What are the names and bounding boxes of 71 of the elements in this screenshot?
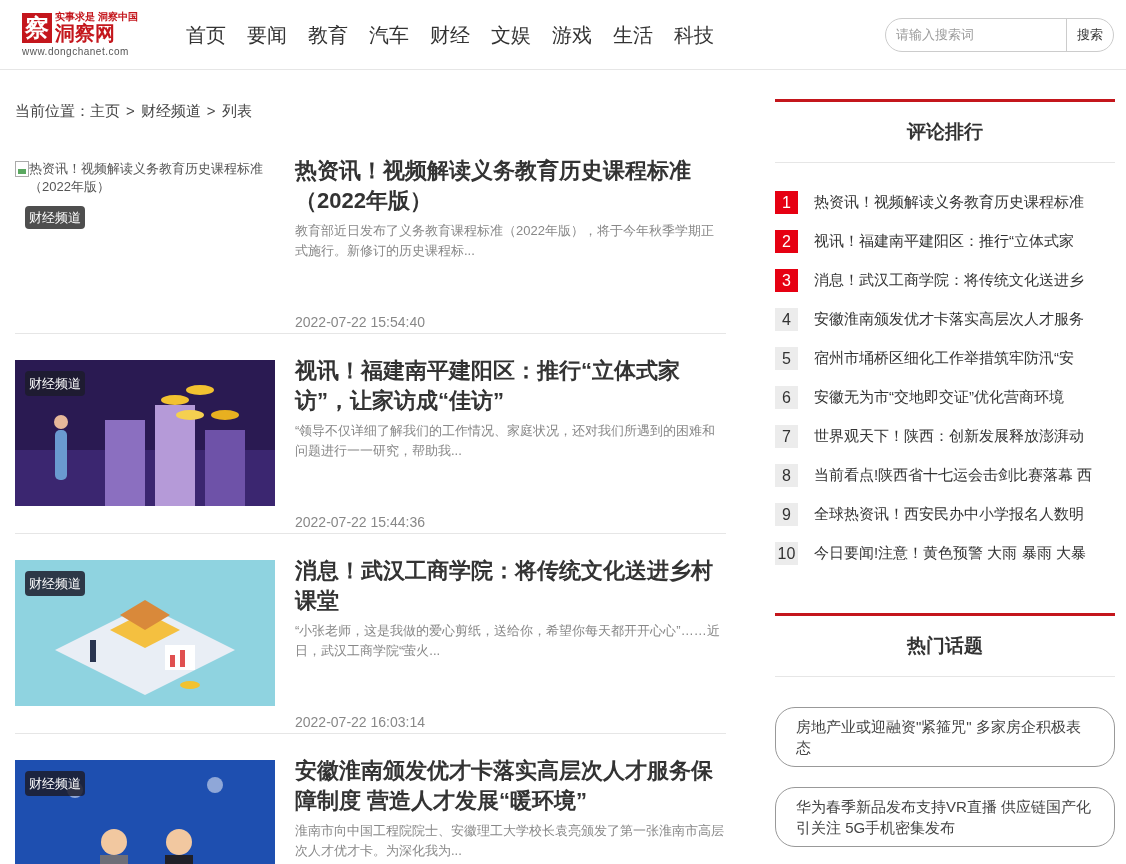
rank-number: 7 [775,425,798,448]
ranking-headline: 世界观天下！陕西：创新发展释放澎湃动 [814,426,1084,447]
breadcrumb-link[interactable]: 主页 [90,100,120,123]
logo-mark: 察 [22,12,52,43]
ranking-headline: 视讯！福建南平建阳区：推行“立体式家 [814,231,1074,252]
nav-link[interactable]: 财经 [430,20,470,49]
article-title[interactable]: 安徽淮南颁发优才卡落实高层次人才服务保障制度 营造人才发展“暖环境” [295,755,726,816]
category-tag: 财经频道 [25,570,85,596]
ranking-headline: 当前看点!陕西省十七运会击剑比赛落幕 西 [814,465,1093,486]
article-date: 2022-07-22 15:54:40 [295,312,426,332]
article-excerpt: “领导不仅详细了解我们的工作情况、家庭状况，还对我们所遇到的困难和问题进行一一研究，帮助我... [295,421,717,460]
ranking-headline: 热资讯！视频解读义务教育历史课程标准 [814,192,1084,213]
section-title: 评论排行 [775,102,1115,163]
topic-link[interactable]: 华为春季新品发布支持VR直播 供应链国产化引关注 5G手机密集发布 [775,787,1115,847]
nav-link[interactable]: 游戏 [552,20,592,49]
nav-link[interactable]: 汽车 [369,20,409,49]
ranking-item[interactable]: 5 宿州市埇桥区细化工作举措筑牢防汛“安 [775,339,1115,378]
nav-link[interactable]: 生活 [613,20,653,49]
ranking-item[interactable]: 2 视讯！福建南平建阳区：推行“立体式家 [775,222,1115,261]
rank-number: 5 [775,347,798,370]
image-alt-text: 热资讯！视频解读义务教育历史课程标准（2022年版） [29,159,264,196]
nav-link[interactable]: 教育 [308,20,348,49]
logo-slogan: 实事求是 洞察中国 [55,11,138,22]
logo-url: www.dongchanet.com [22,46,130,58]
topic-link[interactable]: 房地产业或迎融资"紧箍咒" 多家房企积极表态 [775,707,1115,767]
ranking-item[interactable]: 8 当前看点!陕西省十七运会击剑比赛落幕 西 [775,456,1115,495]
breadcrumb-label: 当前位置： [15,101,90,121]
ranking-item[interactable]: 7 世界观天下！陕西：创新发展释放澎湃动 [775,417,1115,456]
ranking-item[interactable]: 9 全球热资讯！西安民办中小学报名人数明 [775,495,1115,534]
logo-name: 洞察网 [55,22,115,44]
category-tag: 财经频道 [25,205,85,229]
nav-link[interactable]: 要闻 [247,20,287,49]
category-tag: 财经频道 [25,770,85,796]
article-date: 2022-07-22 15:44:36 [295,512,426,532]
ranking-item[interactable]: 3 消息！武汉工商学院：将传统文化送进乡 [775,261,1115,300]
ranking-headline: 安徽淮南颁发优才卡落实高层次人才服务 [814,309,1084,330]
breadcrumb-separator: > [126,101,135,121]
rank-number: 2 [775,230,798,253]
nav-link[interactable]: 首页 [186,20,226,49]
article-excerpt: “小张老师，这是我做的爱心剪纸，送给你，希望你每天都开开心心”……近日，武汉工商学院“萤火... [295,621,721,660]
ranking-headline: 安徽无为市“交地即交证”优化营商环境 [814,387,1064,408]
broken-image-icon [15,160,29,177]
ranking-item[interactable]: 1 热资讯！视频解读义务教育历史课程标准 [775,183,1115,222]
article-excerpt: 淮南市向中国工程院院士、安徽理工大学校长袁亮颁发了第一张淮南市高层次人才优才卡。为深化我为... [295,821,725,860]
rank-number: 1 [775,191,798,214]
ranking-headline: 宿州市埇桥区细化工作举措筑牢防汛“安 [814,348,1074,369]
article-title[interactable]: 热资讯！视频解读义务教育历史课程标准（2022年版） [295,155,726,216]
article-excerpt: 教育部近日发布了义务教育课程标准（2022年版），将于今年秋季学期正式施行。新修订的历史课程标... [295,221,715,260]
article-title[interactable]: 视讯！福建南平建阳区：推行“立体式家访”，让家访成“佳访” [295,355,726,416]
nav-link[interactable]: 文娱 [491,20,531,49]
ranking-item[interactable]: 10 今日要闻!注意！黄色预警 大雨 暴雨 大暴 [775,534,1115,573]
article-title[interactable]: 消息！武汉工商学院：将传统文化送进乡村课堂 [295,555,726,616]
breadcrumb-link[interactable]: 列表 [221,100,252,123]
ranking-item[interactable]: 4 安徽淮南颁发优才卡落实高层次人才服务 [775,300,1115,339]
rank-number: 4 [775,308,798,331]
rank-number: 8 [775,464,798,487]
rank-number: 6 [775,386,798,409]
section-title: 热门话题 [775,616,1115,677]
breadcrumb-separator: > [206,101,216,121]
article-date: 2022-07-22 16:03:14 [295,712,426,732]
nav-link[interactable]: 科技 [674,20,714,49]
rank-number: 3 [775,269,798,292]
rank-number: 10 [775,542,798,565]
ranking-headline: 今日要闻!注意！黄色预警 大雨 暴雨 大暴 [814,543,1086,564]
ranking-item[interactable]: 6 安徽无为市“交地即交证”优化营商环境 [775,378,1115,417]
rank-number: 9 [775,503,798,526]
breadcrumb-link[interactable]: 财经频道 [140,100,201,123]
ranking-headline: 全球热资讯！西安民办中小学报名人数明 [814,504,1084,525]
category-tag: 财经频道 [25,370,85,396]
ranking-headline: 消息！武汉工商学院：将传统文化送进乡 [814,270,1084,291]
search-button[interactable]: 搜索 [1066,18,1113,51]
